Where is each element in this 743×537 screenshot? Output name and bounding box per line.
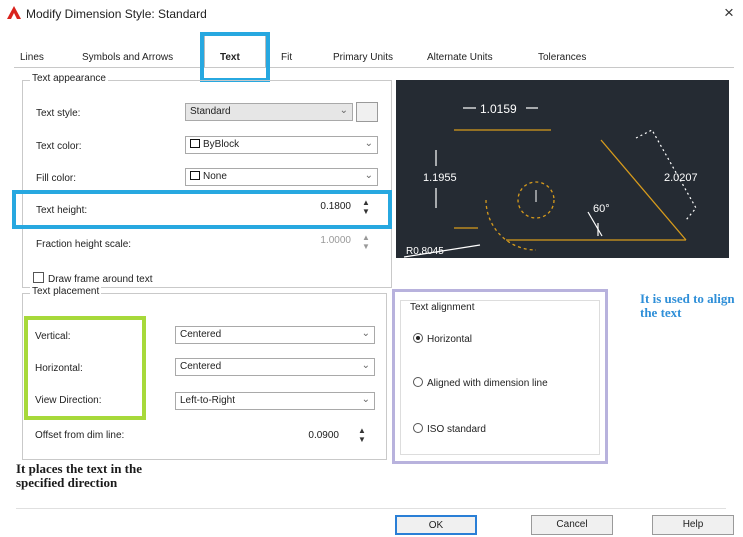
text-alignment-legend: Text alignment xyxy=(408,302,477,313)
view-direction-select[interactable]: Left-to-Right ⌄ xyxy=(175,392,375,410)
fraction-height-stepper[interactable]: ▲ ▼ xyxy=(360,233,372,253)
tab-primary-units[interactable]: Primary Units xyxy=(333,52,393,67)
chevron-down-icon: ⌄ xyxy=(364,170,373,181)
view-direction-value: Left-to-Right xyxy=(180,395,236,406)
vertical-label: Vertical: xyxy=(35,331,71,342)
footer-divider xyxy=(16,508,726,509)
align-iso-label: ISO standard xyxy=(427,424,486,435)
chevron-down-icon: ⌄ xyxy=(361,328,370,339)
align-horizontal-label: Horizontal xyxy=(427,334,473,345)
help-button[interactable]: Help xyxy=(652,515,734,535)
text-height-input[interactable]: 0.1800 xyxy=(265,201,357,212)
cancel-button[interactable]: Cancel xyxy=(531,515,613,535)
chevron-down-icon: ⌄ xyxy=(364,138,373,149)
horizontal-label: Horizontal: xyxy=(35,363,83,374)
horizontal-select[interactable]: Centered ⌄ xyxy=(175,358,375,376)
text-height-stepper[interactable]: ▲ ▼ xyxy=(360,198,372,218)
offset-label: Offset from dim line: xyxy=(35,430,125,441)
fraction-height-input[interactable]: 1.0000 xyxy=(265,235,357,246)
text-color-select[interactable]: ByBlock ⌄ xyxy=(185,136,378,154)
close-icon[interactable]: × xyxy=(724,2,734,24)
text-placement-legend: Text placement xyxy=(30,286,102,297)
draw-frame-checkbox[interactable] xyxy=(33,272,44,283)
align-iso-option[interactable]: ISO standard xyxy=(413,423,486,435)
preview-angle: 60° xyxy=(593,203,610,215)
text-style-label: Text style: xyxy=(36,108,81,119)
preview-radius: R0.8045 xyxy=(406,246,444,257)
color-swatch-icon xyxy=(190,171,200,180)
text-style-browse-button[interactable] xyxy=(356,102,378,122)
align-dimension-line-label: Aligned with dimension line xyxy=(427,378,548,389)
chevron-down-icon: ⌄ xyxy=(361,394,370,405)
fraction-height-label: Fraction height scale: xyxy=(36,239,132,250)
alignment-note: It is used to align the text xyxy=(640,291,735,320)
text-height-label: Text height: xyxy=(36,205,88,216)
autocad-logo-icon xyxy=(7,6,21,19)
tab-fit[interactable]: Fit xyxy=(281,52,292,67)
view-direction-label: View Direction: xyxy=(35,395,102,406)
fill-color-value: None xyxy=(203,171,227,182)
horizontal-value: Centered xyxy=(180,361,222,372)
text-style-select[interactable]: Standard ⌄ xyxy=(185,103,353,121)
dimension-preview: 1.0159 1.1955 2.0207 60° R0.8045 xyxy=(396,80,729,258)
fill-color-label: Fill color: xyxy=(36,173,77,184)
draw-frame-option[interactable]: Draw frame around text xyxy=(33,272,153,285)
color-swatch-icon xyxy=(190,139,200,148)
chevron-down-icon: ⌄ xyxy=(361,360,370,371)
draw-frame-label: Draw frame around text xyxy=(48,274,153,285)
ok-button[interactable]: OK xyxy=(395,515,477,535)
preview-dim-right: 2.0207 xyxy=(664,172,698,184)
preview-dim-left: 1.1955 xyxy=(423,172,457,184)
offset-stepper[interactable]: ▲ ▼ xyxy=(356,426,368,446)
tab-symbols-arrows[interactable]: Symbols and Arrows xyxy=(82,52,173,67)
align-dimension-line-option[interactable]: Aligned with dimension line xyxy=(413,377,548,389)
offset-input[interactable]: 0.0900 xyxy=(250,430,345,441)
tab-alternate-units[interactable]: Alternate Units xyxy=(427,52,493,67)
radio-selected-icon[interactable] xyxy=(413,333,423,343)
tab-lines[interactable]: Lines xyxy=(20,52,44,67)
text-tab-highlight xyxy=(200,32,270,82)
vertical-select[interactable]: Centered ⌄ xyxy=(175,326,375,344)
tab-underline xyxy=(14,67,734,68)
tab-tolerances[interactable]: Tolerances xyxy=(538,52,586,67)
fill-color-select[interactable]: None ⌄ xyxy=(185,168,378,186)
text-color-label: Text color: xyxy=(36,141,82,152)
text-color-value: ByBlock xyxy=(203,139,240,150)
text-appearance-legend: Text appearance xyxy=(30,73,108,84)
align-horizontal-option[interactable]: Horizontal xyxy=(413,333,472,345)
window-title: Modify Dimension Style: Standard xyxy=(26,7,207,21)
radio-icon[interactable] xyxy=(413,377,423,387)
preview-dim-top: 1.0159 xyxy=(480,102,517,116)
vertical-value: Centered xyxy=(180,329,222,340)
text-style-value: Standard xyxy=(190,106,231,117)
radio-icon[interactable] xyxy=(413,423,423,433)
placement-note: It places the text in the specified dire… xyxy=(16,461,143,490)
chevron-down-icon: ⌄ xyxy=(339,105,348,116)
